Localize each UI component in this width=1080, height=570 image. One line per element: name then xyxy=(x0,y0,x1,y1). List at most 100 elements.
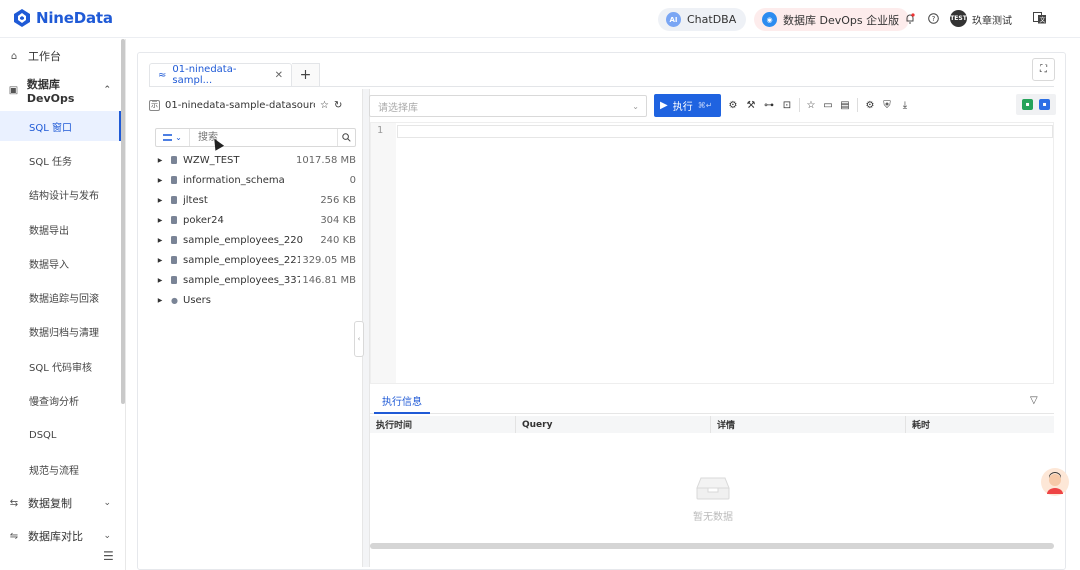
language-switch-icon[interactable]: 文 xyxy=(1033,11,1047,25)
refresh-icon[interactable]: ↻ xyxy=(334,100,342,111)
expand-icon[interactable]: ▶ xyxy=(155,197,165,204)
datasource-name[interactable]: 01-ninedata-sample-datasource xyxy=(165,100,315,111)
empty-tray-icon xyxy=(696,477,730,500)
collapse-sidebar-icon[interactable]: ☰ xyxy=(103,549,114,563)
sidebar-item-workbench[interactable]: ⌂ 工作台 xyxy=(0,41,121,71)
toolbar-divider xyxy=(857,98,858,112)
chevron-down-icon: ⌄ xyxy=(103,498,111,508)
compare-icon: ⇋ xyxy=(9,530,19,542)
add-tab-button[interactable]: + xyxy=(292,63,320,87)
text-view-icon[interactable]: ▪ xyxy=(1039,99,1050,110)
history-icon[interactable]: ▤ xyxy=(839,98,851,112)
run-button[interactable]: ▶ 执行 ⌘↵ xyxy=(654,94,721,117)
sql-editor[interactable]: 1 xyxy=(370,122,1054,384)
expand-icon[interactable]: ▶ xyxy=(155,277,165,284)
tab-sql-console[interactable]: ≈ 01-ninedata-sampl... ✕ xyxy=(149,63,292,87)
top-header: NineData AI ChatDBA ◉ 数据库 DevOps 企业版 ? T… xyxy=(0,0,1080,38)
chevron-up-icon: ⌃ xyxy=(103,85,111,95)
column-header[interactable]: 耗时 xyxy=(906,416,1054,433)
database-icon xyxy=(171,216,177,224)
active-line[interactable] xyxy=(397,125,1053,138)
chevron-down-icon: ⌄ xyxy=(175,133,182,142)
expand-icon[interactable]: ▶ xyxy=(155,157,165,164)
devops-icon: ▣ xyxy=(8,84,19,96)
sidebar-group-compare[interactable]: ⇋ 数据库对比 ⌄ xyxy=(0,521,121,551)
tree-node[interactable]: ▶ poker24 304 KB xyxy=(155,210,356,230)
database-icon xyxy=(171,276,177,284)
ninedata-logo-icon xyxy=(14,9,30,27)
tab-execution-info[interactable]: 执行信息 xyxy=(374,388,430,414)
expand-icon[interactable]: ▶ xyxy=(155,257,165,264)
search-icon[interactable] xyxy=(337,129,355,146)
user-avatar[interactable]: TEST xyxy=(950,10,967,27)
chevron-down-icon: ⌄ xyxy=(103,531,111,541)
chatdba-button[interactable]: AI ChatDBA xyxy=(658,8,747,31)
help-icon[interactable]: ? xyxy=(926,11,940,25)
sidebar-item-label: 数据库 DevOps xyxy=(26,77,75,105)
ai-icon: AI xyxy=(666,12,681,27)
sidebar-item-sql-review[interactable]: SQL 代码审核 xyxy=(0,351,121,381)
close-icon[interactable]: ✕ xyxy=(275,70,283,81)
sidebar: ⌂ 工作台 ▣ 数据库 DevOps ⌃ SQL 窗口 SQL 任务 结构设计与… xyxy=(0,39,126,570)
results-table-header: 执行时间 Query 详情 耗时 xyxy=(370,416,1054,433)
database-select-placeholder: 请选择库 xyxy=(378,102,418,114)
sidebar-item-sql-task[interactable]: SQL 任务 xyxy=(0,145,121,175)
grid-view-icon[interactable]: ▪ xyxy=(1022,99,1033,110)
sidebar-item-slow-query[interactable]: 慢查询分析 xyxy=(0,385,121,415)
database-icon xyxy=(171,256,177,264)
format-icon[interactable]: ⚒ xyxy=(745,98,757,112)
download-icon[interactable]: ⤓ xyxy=(899,98,911,112)
sidebar-item-data-archive[interactable]: 数据归档与清理 xyxy=(0,316,121,346)
collapse-tree-handle[interactable]: ‹ xyxy=(354,321,364,357)
explain-icon[interactable]: ⚙ xyxy=(727,98,739,112)
folder-icon[interactable]: ▭ xyxy=(822,98,834,112)
tree-node[interactable]: ▶ jltest 256 KB xyxy=(155,190,356,210)
db-name: WZW_TEST xyxy=(183,154,240,166)
fullscreen-icon[interactable]: ⛶ xyxy=(1032,58,1055,81)
star-icon[interactable]: ☆ xyxy=(320,100,329,111)
database-select[interactable]: 请选择库 ⌄ xyxy=(369,95,647,117)
edition-badge[interactable]: ◉ 数据库 DevOps 企业版 xyxy=(754,8,910,31)
notification-bell-icon[interactable] xyxy=(903,11,917,25)
db-size: 304 KB xyxy=(320,214,356,226)
sidebar-item-data-export[interactable]: 数据导出 xyxy=(0,214,121,244)
tree-node[interactable]: ▶ sample_employees_221 329.05 MB xyxy=(155,250,356,270)
expand-icon[interactable]: ▶ xyxy=(155,297,165,304)
column-header[interactable]: 详情 xyxy=(711,416,906,433)
chart-icon[interactable]: ⊡ xyxy=(781,98,793,112)
tree-view-icon[interactable]: ⊶ xyxy=(763,98,775,112)
sidebar-group-replication[interactable]: ⇆ 数据复制 ⌄ xyxy=(0,488,121,518)
tree-node[interactable]: ▶ information_schema 0 xyxy=(155,170,356,190)
column-header[interactable]: Query xyxy=(516,416,711,433)
sidebar-item-schema-design[interactable]: 结构设计与发布 xyxy=(0,179,121,209)
object-type-selector[interactable]: ⌄ xyxy=(156,129,190,146)
sidebar-item-standards[interactable]: 规范与流程 xyxy=(0,454,121,484)
expand-icon[interactable]: ▶ xyxy=(155,217,165,224)
tree-node[interactable]: ▶ sample_employees_337 146.81 MB xyxy=(155,270,356,290)
shield-icon[interactable]: ⛨ xyxy=(881,98,893,112)
support-avatar-icon[interactable] xyxy=(1041,468,1069,496)
tree-node[interactable]: ▶ sample_employees_220 240 KB xyxy=(155,230,356,250)
expand-icon[interactable]: ▶ xyxy=(155,177,165,184)
column-header[interactable]: 执行时间 xyxy=(370,416,516,433)
tab-divider xyxy=(149,86,1054,87)
sidebar-item-sql-window[interactable]: SQL 窗口 xyxy=(0,111,121,141)
sidebar-item-dsql[interactable]: DSQL xyxy=(0,420,121,450)
sidebar-scrollbar[interactable] xyxy=(121,39,125,404)
user-name[interactable]: 玖章测试 xyxy=(972,12,1012,27)
sidebar-item-data-tracking[interactable]: 数据追踪与回滚 xyxy=(0,282,121,312)
settings-icon[interactable]: ⚙ xyxy=(864,98,876,112)
sidebar-item-data-import[interactable]: 数据导入 xyxy=(0,248,121,278)
line-number-gutter: 1 xyxy=(371,123,396,383)
database-tree: ▶ WZW_TEST 1017.58 MB ▶ information_schema 0… xyxy=(155,150,356,310)
expand-icon[interactable]: ▶ xyxy=(155,237,165,244)
tree-node[interactable]: ▶ WZW_TEST 1017.58 MB xyxy=(155,150,356,170)
filter-icon[interactable]: ▽ xyxy=(1030,395,1038,406)
brand-logo[interactable]: NineData xyxy=(12,8,113,28)
horizontal-scrollbar[interactable] xyxy=(370,543,1054,549)
empty-text: 暂无数据 xyxy=(693,512,733,523)
favorite-icon[interactable]: ☆ xyxy=(805,98,817,112)
tab-bar: ≈ 01-ninedata-sampl... ✕ + xyxy=(149,63,320,87)
sidebar-group-devops[interactable]: ▣ 数据库 DevOps ⌃ xyxy=(0,75,121,105)
tree-node[interactable]: ▶ ● Users xyxy=(155,290,356,310)
